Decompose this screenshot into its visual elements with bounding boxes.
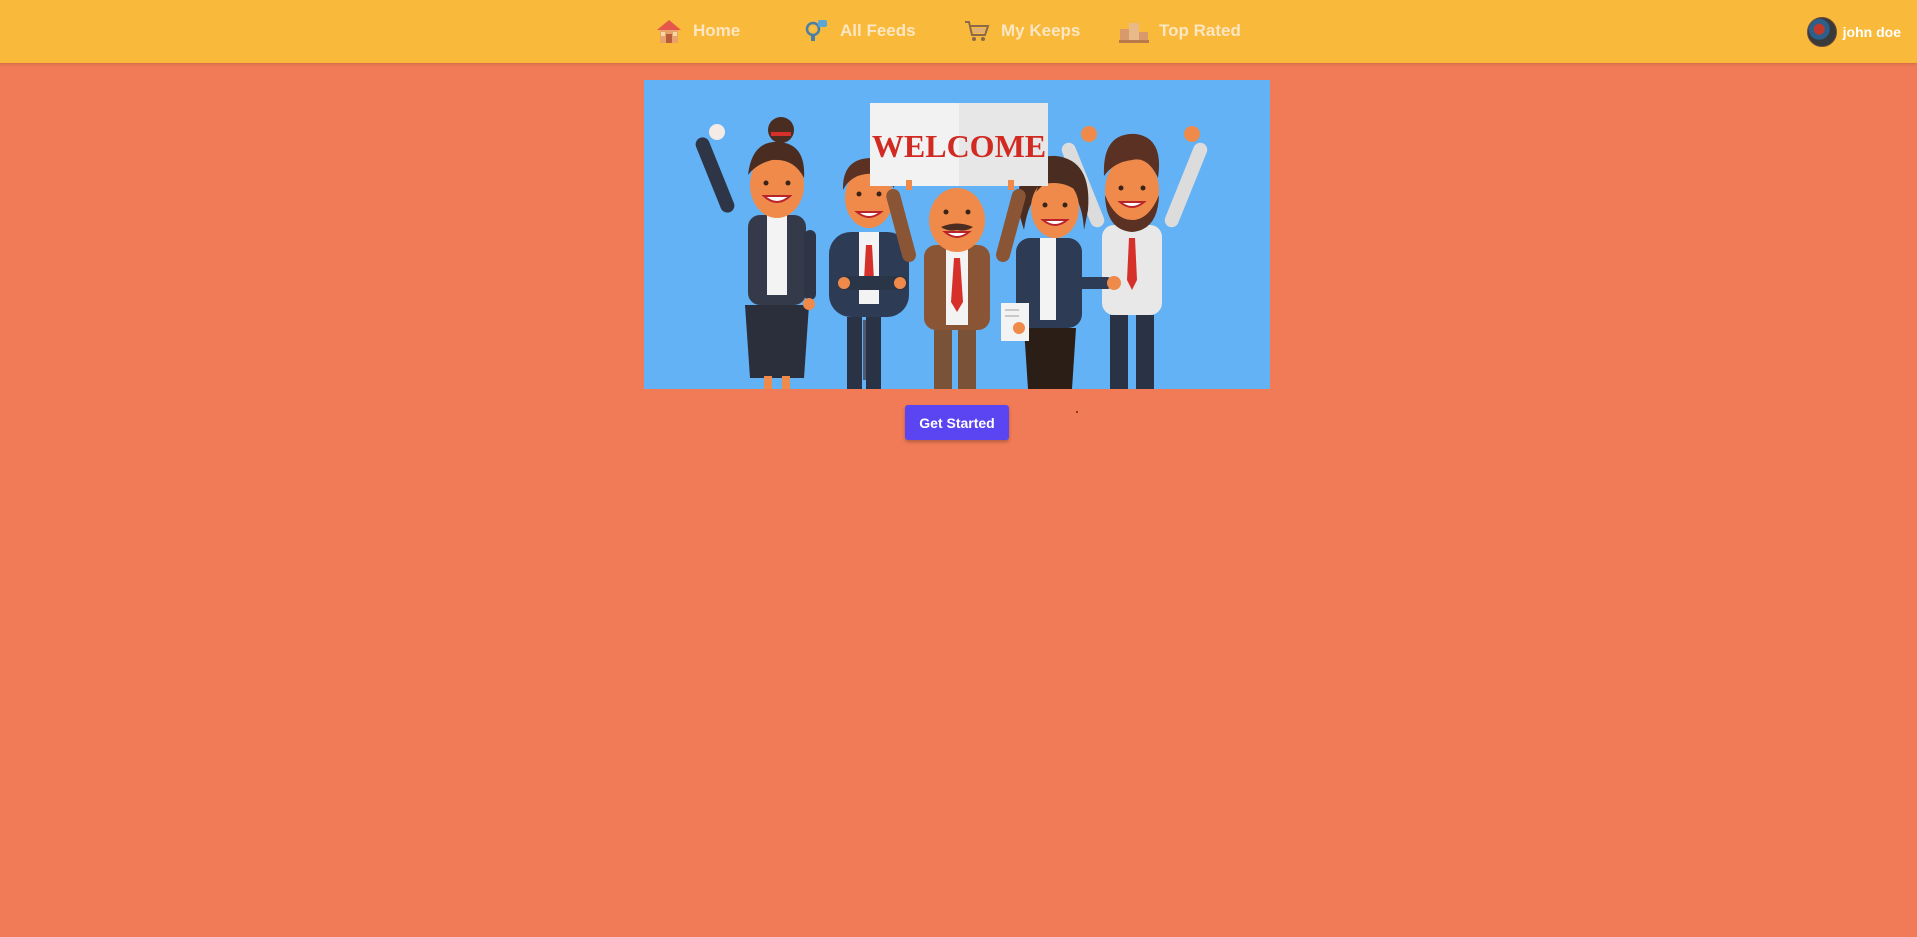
nav-home[interactable]: Home (655, 14, 740, 48)
stray-dot (1076, 411, 1078, 413)
top-navbar: Home All Feeds My Keeps Top Rated john d… (0, 0, 1917, 63)
house-icon (655, 17, 683, 45)
cart-icon (963, 17, 991, 45)
nav-home-label: Home (693, 21, 741, 40)
get-started-button[interactable]: Get Started (905, 405, 1009, 440)
feeds-icon (802, 17, 830, 45)
welcome-sign: WELCOME (870, 103, 1048, 190)
main-nav: Home All Feeds My Keeps Top Rated (0, 0, 1917, 63)
nav-all-feeds[interactable]: All Feeds (802, 14, 916, 48)
nav-my-keeps-label: My Keeps (1001, 21, 1081, 40)
nav-top-rated[interactable]: Top Rated (1119, 14, 1241, 48)
user-name: john doe (1842, 24, 1901, 40)
user-menu[interactable]: john doe (1806, 17, 1901, 47)
avatar (1806, 17, 1837, 47)
podium-icon (1119, 17, 1149, 45)
nav-my-keeps[interactable]: My Keeps (963, 14, 1080, 48)
welcome-sign-text: WELCOME (872, 128, 1046, 164)
nav-all-feeds-label: All Feeds (840, 21, 916, 40)
welcome-banner-image: WELCOME (644, 80, 1270, 389)
nav-top-rated-label: Top Rated (1159, 21, 1241, 40)
